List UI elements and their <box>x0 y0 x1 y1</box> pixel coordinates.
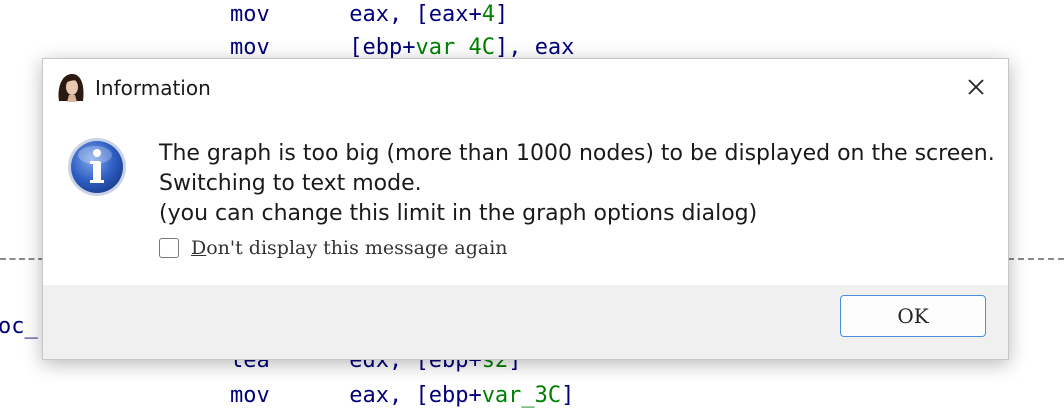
dont-display-checkbox[interactable] <box>159 238 179 258</box>
dont-display-label[interactable]: Don't display this message again <box>191 237 508 259</box>
graph-edge-divider <box>1008 258 1064 260</box>
title-bar[interactable]: Information <box>43 59 1008 115</box>
dialog-message: The graph is too big (more than 1000 nod… <box>159 139 995 229</box>
dont-display-option: Don't display this message again <box>159 237 508 259</box>
asm-line: mov eax, [eax+4] <box>230 2 509 27</box>
asm-line: mov [ebp+var_4C], eax <box>230 35 575 60</box>
ok-button[interactable]: OK <box>840 295 986 337</box>
graph-edge-divider <box>0 258 44 260</box>
app-portrait-icon <box>55 71 87 103</box>
message-line: The graph is too big (more than 1000 nod… <box>159 141 995 166</box>
information-dialog: Information The graph is too big (more t… <box>42 58 1009 360</box>
dialog-footer: OK <box>43 285 1008 359</box>
message-line: Switching to text mode. <box>159 171 422 196</box>
info-icon <box>65 135 129 199</box>
message-line: (you can change this limit in the graph … <box>159 201 758 226</box>
close-button[interactable] <box>956 69 996 105</box>
loc-label: oc_ <box>0 314 38 339</box>
dialog-title: Information <box>95 76 211 100</box>
asm-line: mov eax, [ebp+var_3C] <box>230 383 575 408</box>
close-icon <box>968 79 984 95</box>
